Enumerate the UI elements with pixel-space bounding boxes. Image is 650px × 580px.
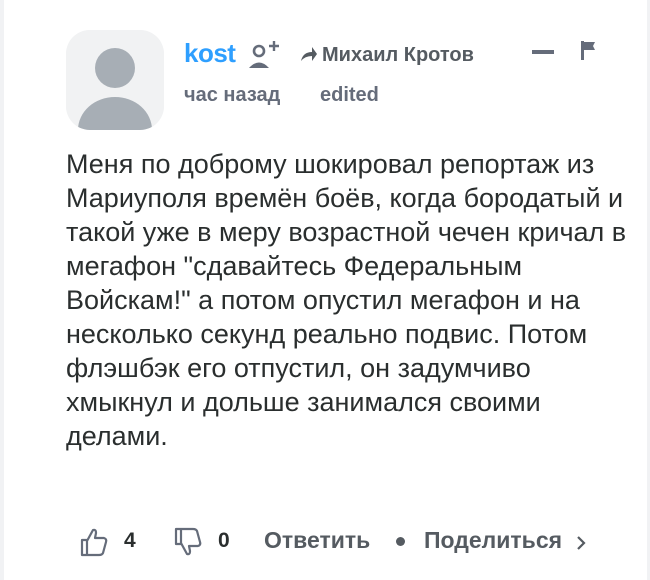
reply-arrow-icon bbox=[300, 46, 318, 62]
edited-label: edited bbox=[320, 84, 379, 106]
flag-icon[interactable] bbox=[580, 40, 598, 60]
minus-icon[interactable] bbox=[532, 50, 554, 54]
comment-card: kost Михаил Кротов час назад edited Меня… bbox=[66, 30, 636, 575]
chevron-right-icon[interactable] bbox=[576, 535, 586, 551]
upvote-count: 4 bbox=[124, 529, 136, 552]
reply-to-user[interactable]: Михаил Кротов bbox=[322, 44, 476, 67]
separator-dot bbox=[396, 537, 405, 546]
comment-body: Меня по доброму шокировал репортаж из Ма… bbox=[66, 149, 627, 451]
comment-time[interactable]: час назад bbox=[184, 84, 280, 107]
follow-user-icon[interactable] bbox=[247, 40, 281, 70]
author-name[interactable]: kost bbox=[184, 38, 236, 69]
avatar[interactable] bbox=[66, 30, 164, 130]
share-button[interactable]: Поделиться bbox=[424, 527, 562, 554]
comment-actions: 4 0 Ответить Поделиться bbox=[66, 525, 636, 559]
downvote-count: 0 bbox=[218, 529, 230, 552]
thumbs-down-icon[interactable] bbox=[174, 527, 202, 557]
reply-button[interactable]: Ответить bbox=[264, 527, 370, 554]
left-border bbox=[0, 0, 4, 580]
thumbs-up-icon[interactable] bbox=[80, 527, 108, 557]
